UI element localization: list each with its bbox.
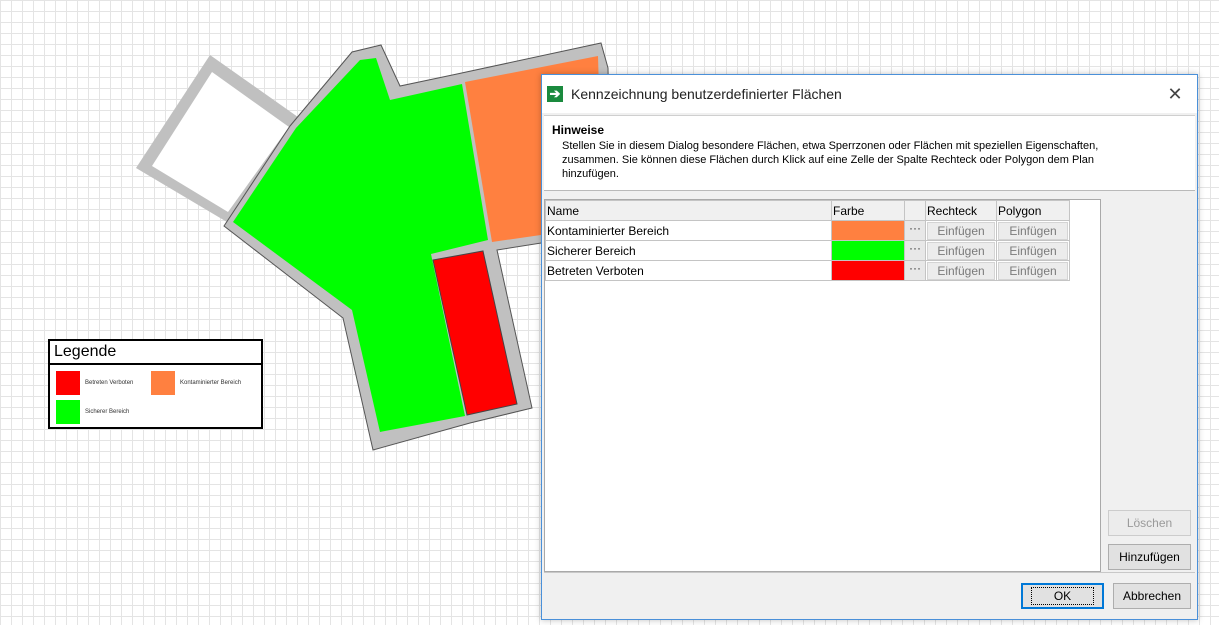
- row-color-cell[interactable]: [831, 220, 905, 241]
- row-rect-cell[interactable]: Einfügen: [925, 260, 997, 281]
- row-poly-cell[interactable]: Einfügen: [996, 240, 1070, 261]
- row-rect-cell[interactable]: Einfügen: [925, 240, 997, 261]
- row-name-cell[interactable]: Kontaminierter Bereich: [545, 220, 832, 241]
- insert-polygon-button[interactable]: Einfügen: [998, 261, 1068, 280]
- column-header-color[interactable]: Farbe: [831, 200, 905, 221]
- legend-entry-contaminated: Kontaminierter Bereich: [151, 371, 241, 395]
- areas-grid[interactable]: Name Farbe Rechteck Polygon Kontaminiert…: [544, 199, 1101, 572]
- footer-divider: [544, 572, 1195, 573]
- column-header-rectangle[interactable]: Rechteck: [925, 200, 997, 221]
- legend-label: Kontaminierter Bereich: [180, 380, 242, 386]
- row-dots-cell[interactable]: ···: [904, 240, 926, 261]
- color-swatch: [832, 241, 904, 260]
- areas-table: Name Farbe Rechteck Polygon Kontaminiert…: [545, 200, 1070, 281]
- delete-button[interactable]: Löschen: [1108, 510, 1191, 536]
- table-header-row: Name Farbe Rechteck Polygon: [545, 200, 1070, 221]
- column-header-name[interactable]: Name: [545, 200, 832, 221]
- table-row[interactable]: Betreten Verboten ··· Einfügen Einfügen: [545, 260, 1070, 281]
- column-header-dots: [904, 200, 926, 221]
- row-dots-cell[interactable]: ···: [904, 220, 926, 241]
- legend-swatch-forbidden: [56, 371, 80, 395]
- insert-rectangle-button[interactable]: Einfügen: [927, 221, 995, 240]
- insert-polygon-button[interactable]: Einfügen: [998, 241, 1068, 260]
- column-header-polygon[interactable]: Polygon: [996, 200, 1070, 221]
- pick-color-button[interactable]: ···: [905, 221, 925, 240]
- close-button[interactable]: ✕: [1165, 84, 1185, 104]
- legend-entry-safe: Sicherer Bereich: [56, 400, 129, 424]
- row-name-cell[interactable]: Sicherer Bereich: [545, 240, 832, 261]
- color-swatch: [832, 221, 904, 240]
- cancel-button[interactable]: Abbrechen: [1113, 583, 1191, 609]
- hint-text: Stellen Sie in diesem Dialog besondere F…: [562, 140, 1099, 180]
- legend-swatch-safe: [56, 400, 80, 424]
- color-swatch: [832, 261, 904, 280]
- legend-swatch-contaminated: [151, 371, 175, 395]
- ok-button[interactable]: OK: [1021, 583, 1104, 609]
- arrow-right-icon: ➔: [547, 86, 563, 102]
- pick-color-button[interactable]: ···: [905, 261, 925, 280]
- row-name-cell[interactable]: Betreten Verboten: [545, 260, 832, 281]
- table-row[interactable]: Kontaminierter Bereich ··· Einfügen Einf…: [545, 220, 1070, 241]
- insert-rectangle-button[interactable]: Einfügen: [927, 241, 995, 260]
- map-legend: Legende Betreten Verboten Kontaminierter…: [48, 339, 263, 429]
- legend-title: Legende: [50, 341, 261, 365]
- row-rect-cell[interactable]: Einfügen: [925, 220, 997, 241]
- hint-title: Hinweise: [552, 123, 605, 137]
- ok-button-label: OK: [1030, 587, 1095, 605]
- row-color-cell[interactable]: [831, 240, 905, 261]
- dialog-title: Kennzeichnung benutzerdefinierter Fläche…: [571, 86, 842, 102]
- legend-entry-forbidden: Betreten Verboten: [56, 371, 133, 395]
- legend-label: Sicherer Bereich: [85, 409, 130, 415]
- row-color-cell[interactable]: [831, 260, 905, 281]
- legend-label: Betreten Verboten: [85, 380, 134, 386]
- hint-panel: Hinweise Stellen Sie in diesem Dialog be…: [544, 115, 1195, 191]
- dialog-titlebar[interactable]: ➔ Kennzeichnung benutzerdefinierter Fläc…: [542, 75, 1197, 113]
- insert-polygon-button[interactable]: Einfügen: [998, 221, 1068, 240]
- row-poly-cell[interactable]: Einfügen: [996, 220, 1070, 241]
- insert-rectangle-button[interactable]: Einfügen: [927, 261, 995, 280]
- custom-areas-dialog: ➔ Kennzeichnung benutzerdefinierter Fläc…: [541, 74, 1198, 620]
- pick-color-button[interactable]: ···: [905, 241, 925, 260]
- row-poly-cell[interactable]: Einfügen: [996, 260, 1070, 281]
- table-row[interactable]: Sicherer Bereich ··· Einfügen Einfügen: [545, 240, 1070, 261]
- add-button[interactable]: Hinzufügen: [1108, 544, 1191, 570]
- row-dots-cell[interactable]: ···: [904, 260, 926, 281]
